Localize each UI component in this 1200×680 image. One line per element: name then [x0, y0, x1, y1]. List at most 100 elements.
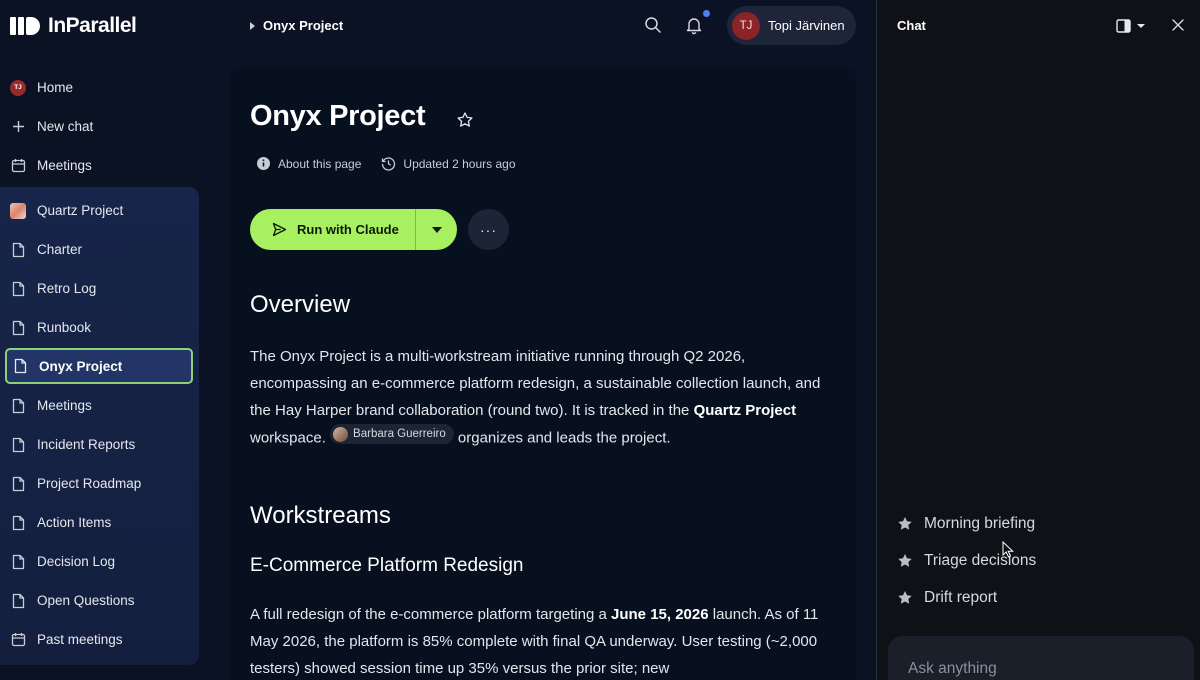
sidebar-item-label: Meetings — [37, 158, 92, 173]
sidebar-item-action-items[interactable]: Action Items — [0, 503, 199, 542]
calendar-icon — [10, 158, 26, 174]
chat-input-box[interactable] — [888, 636, 1194, 680]
sidebar-item-past-meetings[interactable]: Past meetings — [0, 620, 199, 659]
about-label: About this page — [278, 156, 362, 171]
sidebar-item-retro-log[interactable]: Retro Log — [0, 269, 199, 308]
run-with-claude-button[interactable]: Run with Claude — [250, 209, 416, 250]
sidebar-item-label: Decision Log — [37, 554, 116, 569]
app-window: InParallel TJ Home New chat Meetings Qua… — [0, 0, 1200, 680]
sidebar-item-open-questions[interactable]: Open Questions — [0, 581, 199, 620]
sidebar-item-label: Action Items — [37, 515, 112, 530]
sidebar-item-charter[interactable]: Charter — [0, 230, 199, 269]
suggestion-label: Triage decisions — [924, 551, 1037, 569]
more-options-button[interactable]: ··· — [468, 209, 509, 250]
page-meta: About this page Updated 2 hours ago — [256, 156, 516, 171]
run-split-button: Run with Claude — [250, 209, 457, 250]
chevron-down-icon — [1137, 24, 1145, 28]
suggestion-drift-report[interactable]: Drift report — [897, 579, 1036, 616]
sidebar-item-onyx-project[interactable]: Onyx Project — [5, 348, 193, 384]
document-icon — [12, 358, 28, 374]
bell-icon — [686, 18, 702, 35]
plus-icon — [10, 119, 26, 135]
overview-paragraph: The Onyx Project is a multi-workstream i… — [250, 348, 821, 447]
suggestion-label: Morning briefing — [924, 514, 1036, 532]
sidebar-item-decision-log[interactable]: Decision Log — [0, 542, 199, 581]
sidebar-panel-icon — [1116, 19, 1131, 33]
workstreams-heading: Workstreams — [250, 502, 391, 529]
updated-label: Updated 2 hours ago — [403, 156, 516, 171]
workspace-nav: Quartz Project Charter Retro Log Runbook… — [0, 187, 199, 665]
panel-layout-button[interactable] — [1116, 18, 1150, 34]
document-icon — [10, 281, 26, 297]
overview-heading: Overview — [250, 291, 351, 318]
search-button[interactable] — [643, 15, 665, 37]
sidebar-item-label: Home — [37, 80, 74, 95]
send-icon — [272, 222, 287, 237]
avatar: TJ — [732, 11, 760, 40]
more-icon: ··· — [480, 221, 497, 238]
logo-mark-icon — [10, 17, 40, 35]
sidebar-item-project-roadmap[interactable]: Project Roadmap — [0, 464, 199, 503]
document-icon — [10, 242, 26, 258]
chat-title: Chat — [897, 18, 926, 33]
notifications-button[interactable] — [684, 15, 706, 37]
sidebar-item-label: Project Roadmap — [37, 476, 142, 491]
document-icon — [10, 437, 26, 453]
sidebar-item-incident-reports[interactable]: Incident Reports — [0, 425, 199, 464]
sidebar-item-label: Quartz Project — [37, 203, 124, 218]
document-icon — [10, 476, 26, 492]
document-icon — [10, 398, 26, 414]
suggestion-morning-briefing[interactable]: Morning briefing — [897, 505, 1036, 542]
calendar-icon — [10, 632, 26, 648]
close-chat-button[interactable] — [1170, 17, 1188, 35]
ecommerce-paragraph: A full redesign of the e-commerce platfo… — [250, 606, 819, 677]
notification-dot — [703, 10, 710, 17]
sidebar-item-meetings-doc[interactable]: Meetings — [0, 386, 199, 425]
sidebar-item-meetings[interactable]: Meetings — [0, 146, 200, 185]
sidebar-item-runbook[interactable]: Runbook — [0, 308, 199, 347]
sidebar-item-quartz-project[interactable]: Quartz Project — [0, 191, 199, 230]
avatar-icon: TJ — [10, 79, 26, 96]
avatar — [333, 426, 349, 442]
app-logo[interactable]: InParallel — [10, 14, 137, 38]
sidebar-item-label: Onyx Project — [39, 358, 123, 374]
chat-suggestions: Morning briefing Triage decisions Drift … — [897, 505, 1036, 616]
sidebar-item-label: New chat — [37, 119, 94, 134]
version-history-link[interactable]: Updated 2 hours ago — [381, 156, 516, 171]
sidebar-item-label: Past meetings — [37, 632, 123, 647]
sidebar: InParallel TJ Home New chat Meetings Qua… — [0, 0, 200, 680]
suggestion-label: Drift report — [924, 588, 998, 606]
run-options-dropdown[interactable] — [416, 209, 457, 250]
about-page-link[interactable]: About this page — [256, 156, 361, 171]
document-icon — [10, 554, 26, 570]
document-icon — [10, 593, 26, 609]
sidebar-item-label: Runbook — [37, 320, 92, 335]
breadcrumb-label: Onyx Project — [263, 18, 344, 33]
sidebar-item-new-chat[interactable]: New chat — [0, 107, 200, 146]
star-icon — [457, 112, 473, 127]
workspace-link[interactable]: Quartz Project — [694, 402, 797, 419]
sidebar-item-label: Meetings — [37, 398, 92, 413]
search-icon — [645, 17, 661, 33]
info-icon — [257, 157, 270, 170]
star-icon — [898, 516, 912, 530]
favorite-button[interactable] — [456, 111, 474, 129]
sidebar-item-home[interactable]: TJ Home — [0, 68, 200, 107]
document-icon — [10, 320, 26, 336]
chat-input[interactable] — [908, 660, 1168, 678]
user-menu-button[interactable]: TJ Topi Järvinen — [727, 6, 856, 45]
user-name: Topi Järvinen — [768, 18, 845, 33]
sidebar-item-label: Charter — [37, 242, 83, 257]
chevron-right-icon — [250, 21, 255, 30]
breadcrumb[interactable]: Onyx Project — [250, 18, 343, 33]
history-icon — [382, 157, 396, 171]
mouse-cursor-icon — [1002, 541, 1014, 558]
person-mention[interactable]: Barbara Guerreiro — [330, 424, 454, 444]
ecommerce-heading: E-Commerce Platform Redesign — [250, 555, 524, 576]
chevron-down-icon — [431, 226, 442, 233]
logo-text: InParallel — [48, 14, 137, 37]
star-icon — [898, 553, 912, 567]
sidebar-item-label: Incident Reports — [37, 437, 136, 452]
close-icon — [1172, 19, 1184, 31]
star-icon — [898, 590, 912, 604]
